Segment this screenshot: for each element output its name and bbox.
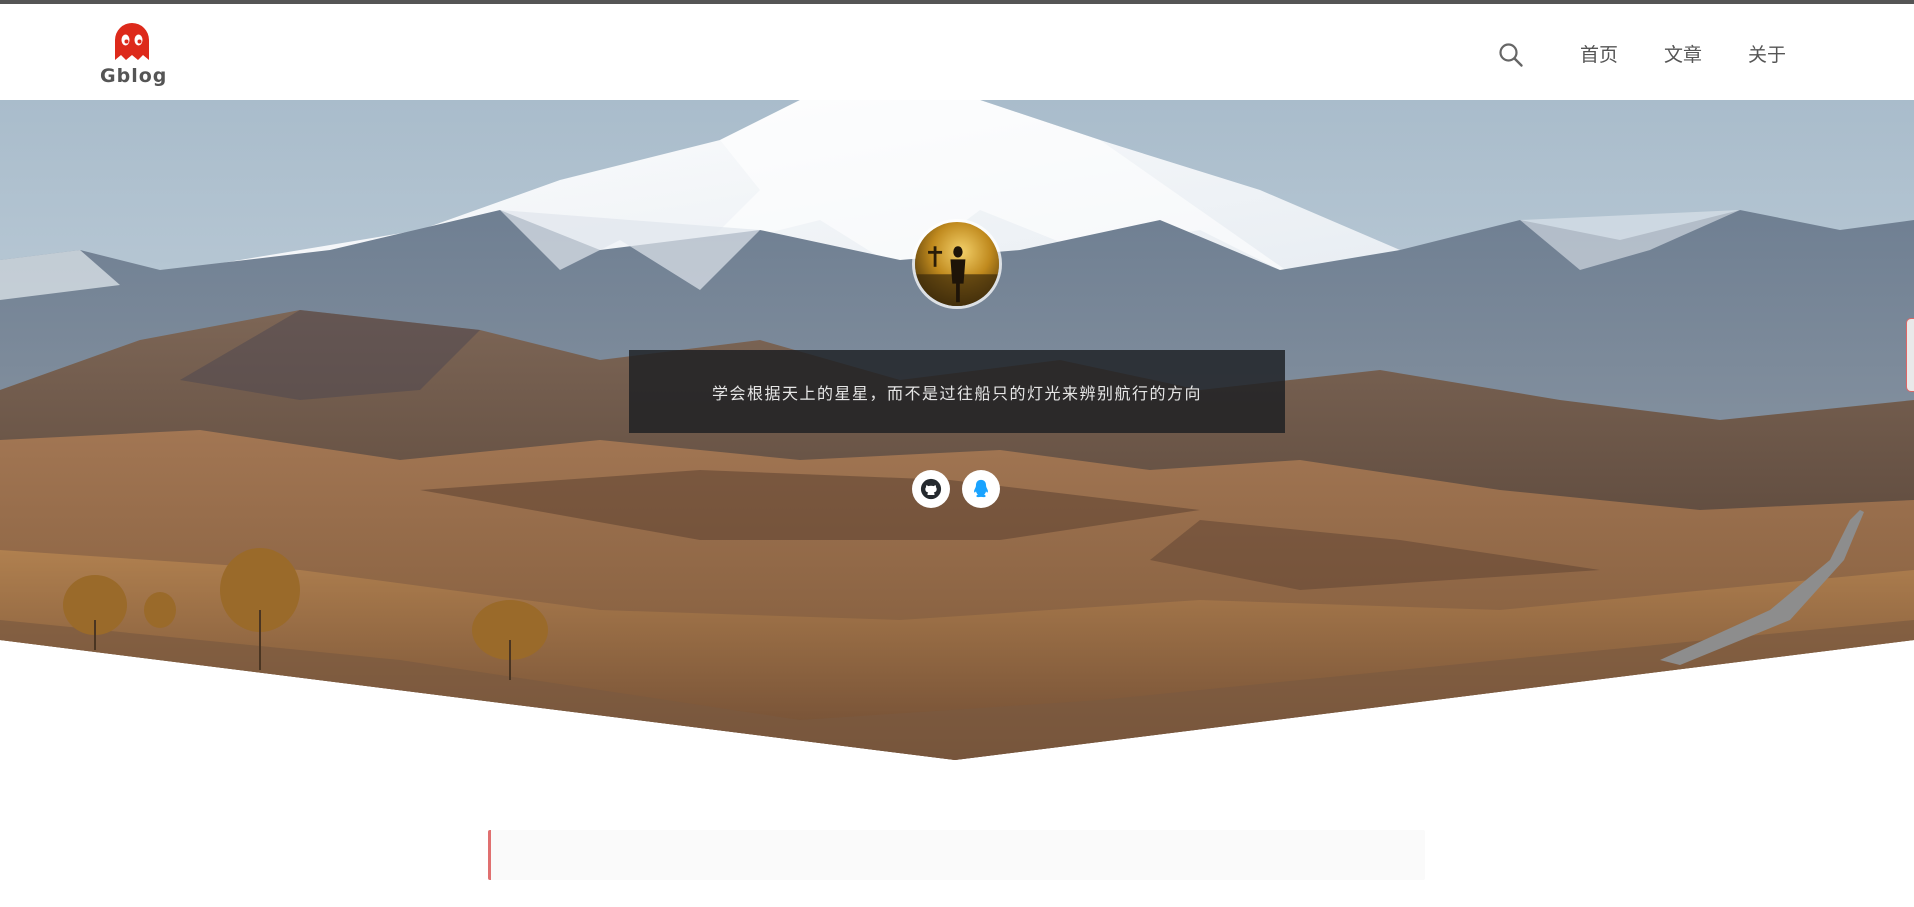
motto-banner: 学会根据天上的星星，而不是过往船只的灯光来辨别航行的方向 (629, 350, 1285, 433)
qq-icon (974, 479, 988, 498)
github-icon (920, 478, 942, 500)
main-nav: 首页 文章 关于 (1580, 40, 1832, 67)
nav-item-articles[interactable]: 文章 (1664, 40, 1702, 67)
site-logo[interactable]: Gblog (100, 22, 168, 87)
qq-link[interactable] (962, 470, 1000, 508)
search-icon[interactable] (1498, 42, 1524, 68)
post-card[interactable] (488, 830, 1425, 880)
navbar: Gblog 首页 文章 关于 (0, 4, 1914, 100)
nav-item-about[interactable]: 关于 (1748, 40, 1786, 67)
avatar-image (915, 222, 999, 306)
ghost-icon (115, 23, 149, 60)
logo-text: Gblog (100, 65, 168, 87)
side-drawer-tab[interactable] (1906, 318, 1914, 392)
nav-item-home[interactable]: 首页 (1580, 40, 1618, 67)
github-link[interactable] (912, 470, 950, 508)
social-links (912, 470, 1012, 508)
motto-text: 学会根据天上的星星，而不是过往船只的灯光来辨别航行的方向 (711, 383, 1202, 403)
avatar[interactable] (912, 219, 1002, 309)
